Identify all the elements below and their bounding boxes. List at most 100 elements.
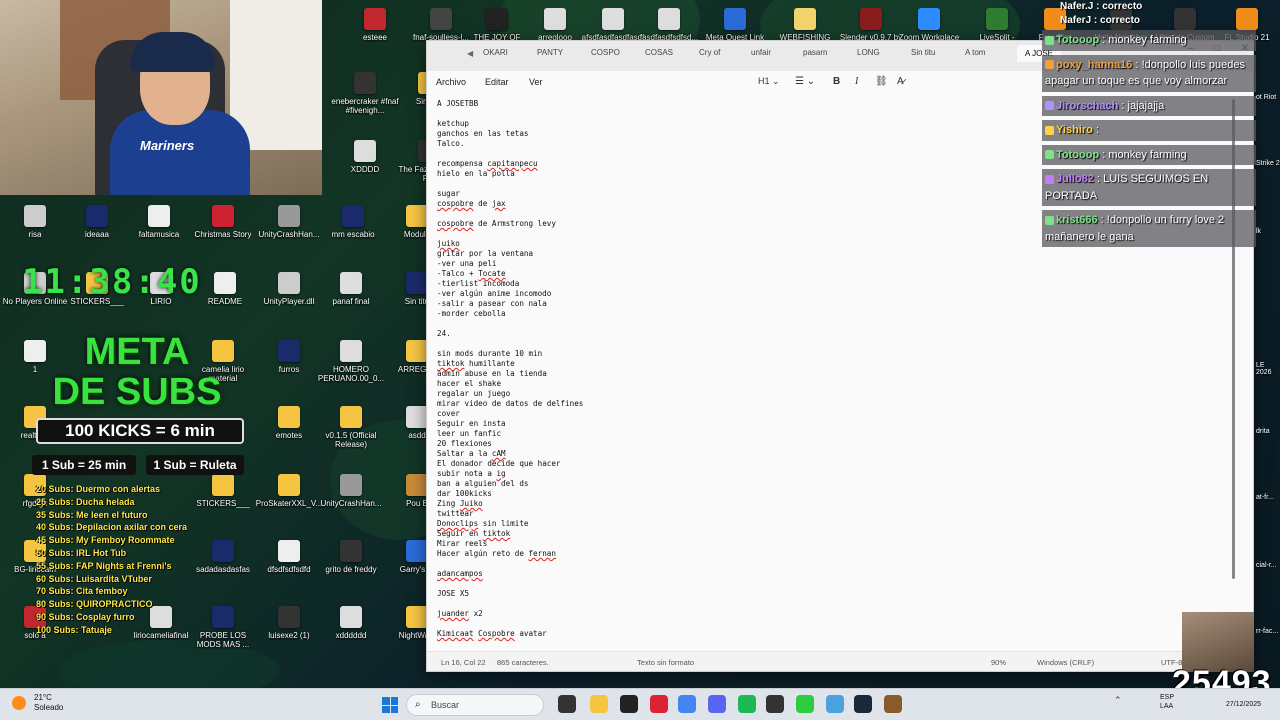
desktop-icon-label: furros [278, 365, 300, 374]
text-line: twittear [437, 509, 474, 518]
notepad-tab[interactable]: PANTY [537, 48, 563, 57]
desktop-icon[interactable]: UnityCrashHan... [254, 205, 324, 239]
cursor-position: Ln 16, Col 22 [441, 658, 486, 667]
box-app-icon[interactable] [884, 695, 902, 713]
desktop-icon[interactable]: v0.1.5 (Official Release) [316, 406, 386, 449]
desktop-icon[interactable]: panaf final [316, 272, 386, 306]
weather-widget[interactable]: 21°C Soleado [12, 693, 63, 713]
notepad-tab[interactable]: LONG [857, 48, 880, 57]
davinci-icon[interactable] [766, 695, 784, 713]
desktop-icon[interactable]: fasdfasdfsdfsd... [634, 8, 704, 42]
taskbar-search[interactable]: ⌕ Buscar [406, 694, 544, 716]
tray-overflow-icon[interactable]: ⌃ [1114, 695, 1122, 706]
desktop-icon-label: UnityCrashHan... [320, 499, 382, 508]
spotify-icon[interactable] [738, 695, 756, 713]
text-line: -ver algún anime incomodo [437, 289, 552, 298]
weather-condition: Soleado [34, 703, 64, 712]
list-icon[interactable]: ☰ ⌄ [795, 76, 815, 87]
chat-top-line: NaferJ : correcto [1060, 15, 1141, 26]
desktop-icon[interactable]: Christmas Story [188, 205, 258, 239]
notepad-tab[interactable]: A tom [965, 48, 985, 57]
notepad-tab[interactable]: unfair [751, 48, 771, 57]
app-icon [406, 474, 428, 496]
notepad-tab[interactable]: COSAS [645, 48, 673, 57]
obs-icon[interactable] [620, 695, 638, 713]
desktop-icon[interactable]: risa [0, 205, 70, 239]
bold-icon[interactable]: B [833, 76, 840, 87]
chat-username: Yishiro [1056, 124, 1093, 136]
clear-format-icon[interactable]: A̷ [897, 76, 904, 87]
desktop-icon-label: mm escabio [331, 230, 375, 239]
app-icon [354, 72, 376, 94]
notepad-tab[interactable]: Sin titu [911, 48, 935, 57]
desktop-icon[interactable]: xdddddd [316, 606, 386, 640]
menu-editar[interactable]: Editar [485, 77, 509, 87]
desktop-icon[interactable]: HOMERO PERUANO.00_0... [316, 340, 386, 383]
app-red-icon[interactable] [650, 695, 668, 713]
text-line: mirar video de datos de delfines [437, 399, 584, 408]
notepad-tab[interactable]: COSPO [591, 48, 620, 57]
desktop-icon-label: ProSkaterXXL_V... [255, 499, 323, 508]
desktop-icon-label: 1 [32, 365, 38, 374]
italic-icon[interactable]: I [855, 76, 858, 87]
desktop-icon-label-clipped[interactable]: LE 2026 [1256, 362, 1280, 376]
steam-icon[interactable] [854, 695, 872, 713]
desktop-icon[interactable]: esteee [340, 8, 410, 42]
sub-time-box: 1 Sub = 25 min [32, 455, 136, 475]
desktop-icon[interactable]: mm escabio [318, 205, 388, 239]
desktop-icon-label-clipped[interactable]: Strike 2 [1256, 160, 1280, 167]
desktop-icon[interactable]: UnityPlayer.dll [254, 272, 324, 306]
desktop-icon[interactable]: grito de freddy [316, 540, 386, 574]
desktop-icon[interactable]: ProSkaterXXL_V... [254, 474, 324, 508]
menu-ver[interactable]: Ver [529, 77, 543, 87]
desktop-icon[interactable]: Meta Quest Link [700, 8, 770, 42]
heading-dropdown[interactable]: H1 ⌄ [758, 76, 780, 87]
desktop-icon-label-clipped[interactable]: cial-r... [1256, 562, 1277, 569]
app-icon [340, 340, 362, 362]
desktop-icon[interactable]: ideaaa [62, 205, 132, 239]
chat-badge-icon [1045, 60, 1054, 70]
link-icon[interactable]: ⛓ [875, 76, 888, 87]
desktop-icon-label-clipped[interactable]: ot Riot [1256, 94, 1276, 101]
desktop-icon-label-clipped[interactable]: drita [1256, 428, 1270, 435]
desktop-icon-label-clipped[interactable]: lk [1256, 228, 1261, 235]
app-icon [148, 205, 170, 227]
desktop-icon-label-clipped[interactable]: rr-fac... [1256, 628, 1278, 635]
notepad-tab[interactable]: Cry of [699, 48, 720, 57]
discord-icon[interactable] [708, 695, 726, 713]
line-ending: Windows (CRLF) [1037, 658, 1095, 667]
desktop-icon[interactable]: emotes [254, 406, 324, 440]
desktop-icon[interactable]: Zoom Workplace [894, 8, 964, 42]
task-view-icon[interactable] [558, 695, 576, 713]
text-line [437, 319, 1227, 329]
app-icon [340, 406, 362, 428]
desktop-icon-label: v0.1.5 (Official Release) [325, 431, 377, 449]
app-icon [340, 540, 362, 562]
desktop-icon[interactable]: faltamusica [124, 205, 194, 239]
language-indicator[interactable]: ESP LAA [1160, 693, 1174, 711]
desktop-icon[interactable]: luisexe2 (1) [254, 606, 324, 640]
notepad-icon[interactable] [826, 695, 844, 713]
chat-username: poxy_hanna16 [1056, 58, 1133, 71]
desktop-icon[interactable]: XDDDD [330, 140, 400, 174]
desktop-icon[interactable]: enebercraker #fnaf #fivenigh... [330, 72, 400, 115]
desktop-icon[interactable]: WEBFISHING [770, 8, 840, 42]
app-icon [278, 340, 300, 362]
chat-overlay: Totooop : monkey farming poxy_hanna16 : !… [1042, 30, 1256, 247]
notepad-tab[interactable]: OKARI [483, 48, 508, 57]
desktop-icon[interactable]: dfsdfsdfsdfd [254, 540, 324, 574]
chat-username: Totooop [1056, 148, 1100, 161]
app-icon [724, 8, 746, 30]
notepad-tab[interactable]: pasarn [803, 48, 827, 57]
desktop-icon-label-clipped[interactable]: at-fr... [1256, 494, 1274, 501]
tab-scroll-left-icon[interactable]: ◀ [467, 49, 473, 58]
green-app-icon[interactable] [796, 695, 814, 713]
desktop-icon[interactable]: furros [254, 340, 324, 374]
start-button[interactable] [382, 697, 398, 713]
chrome-icon[interactable] [678, 695, 696, 713]
explorer-icon[interactable] [590, 695, 608, 713]
menu-archivo[interactable]: Archivo [436, 77, 466, 87]
tray-date[interactable]: 27/12/2025 [1226, 701, 1261, 708]
desktop-icon[interactable]: UnityCrashHan... [316, 474, 386, 508]
lang-code: ESP [1160, 694, 1175, 701]
